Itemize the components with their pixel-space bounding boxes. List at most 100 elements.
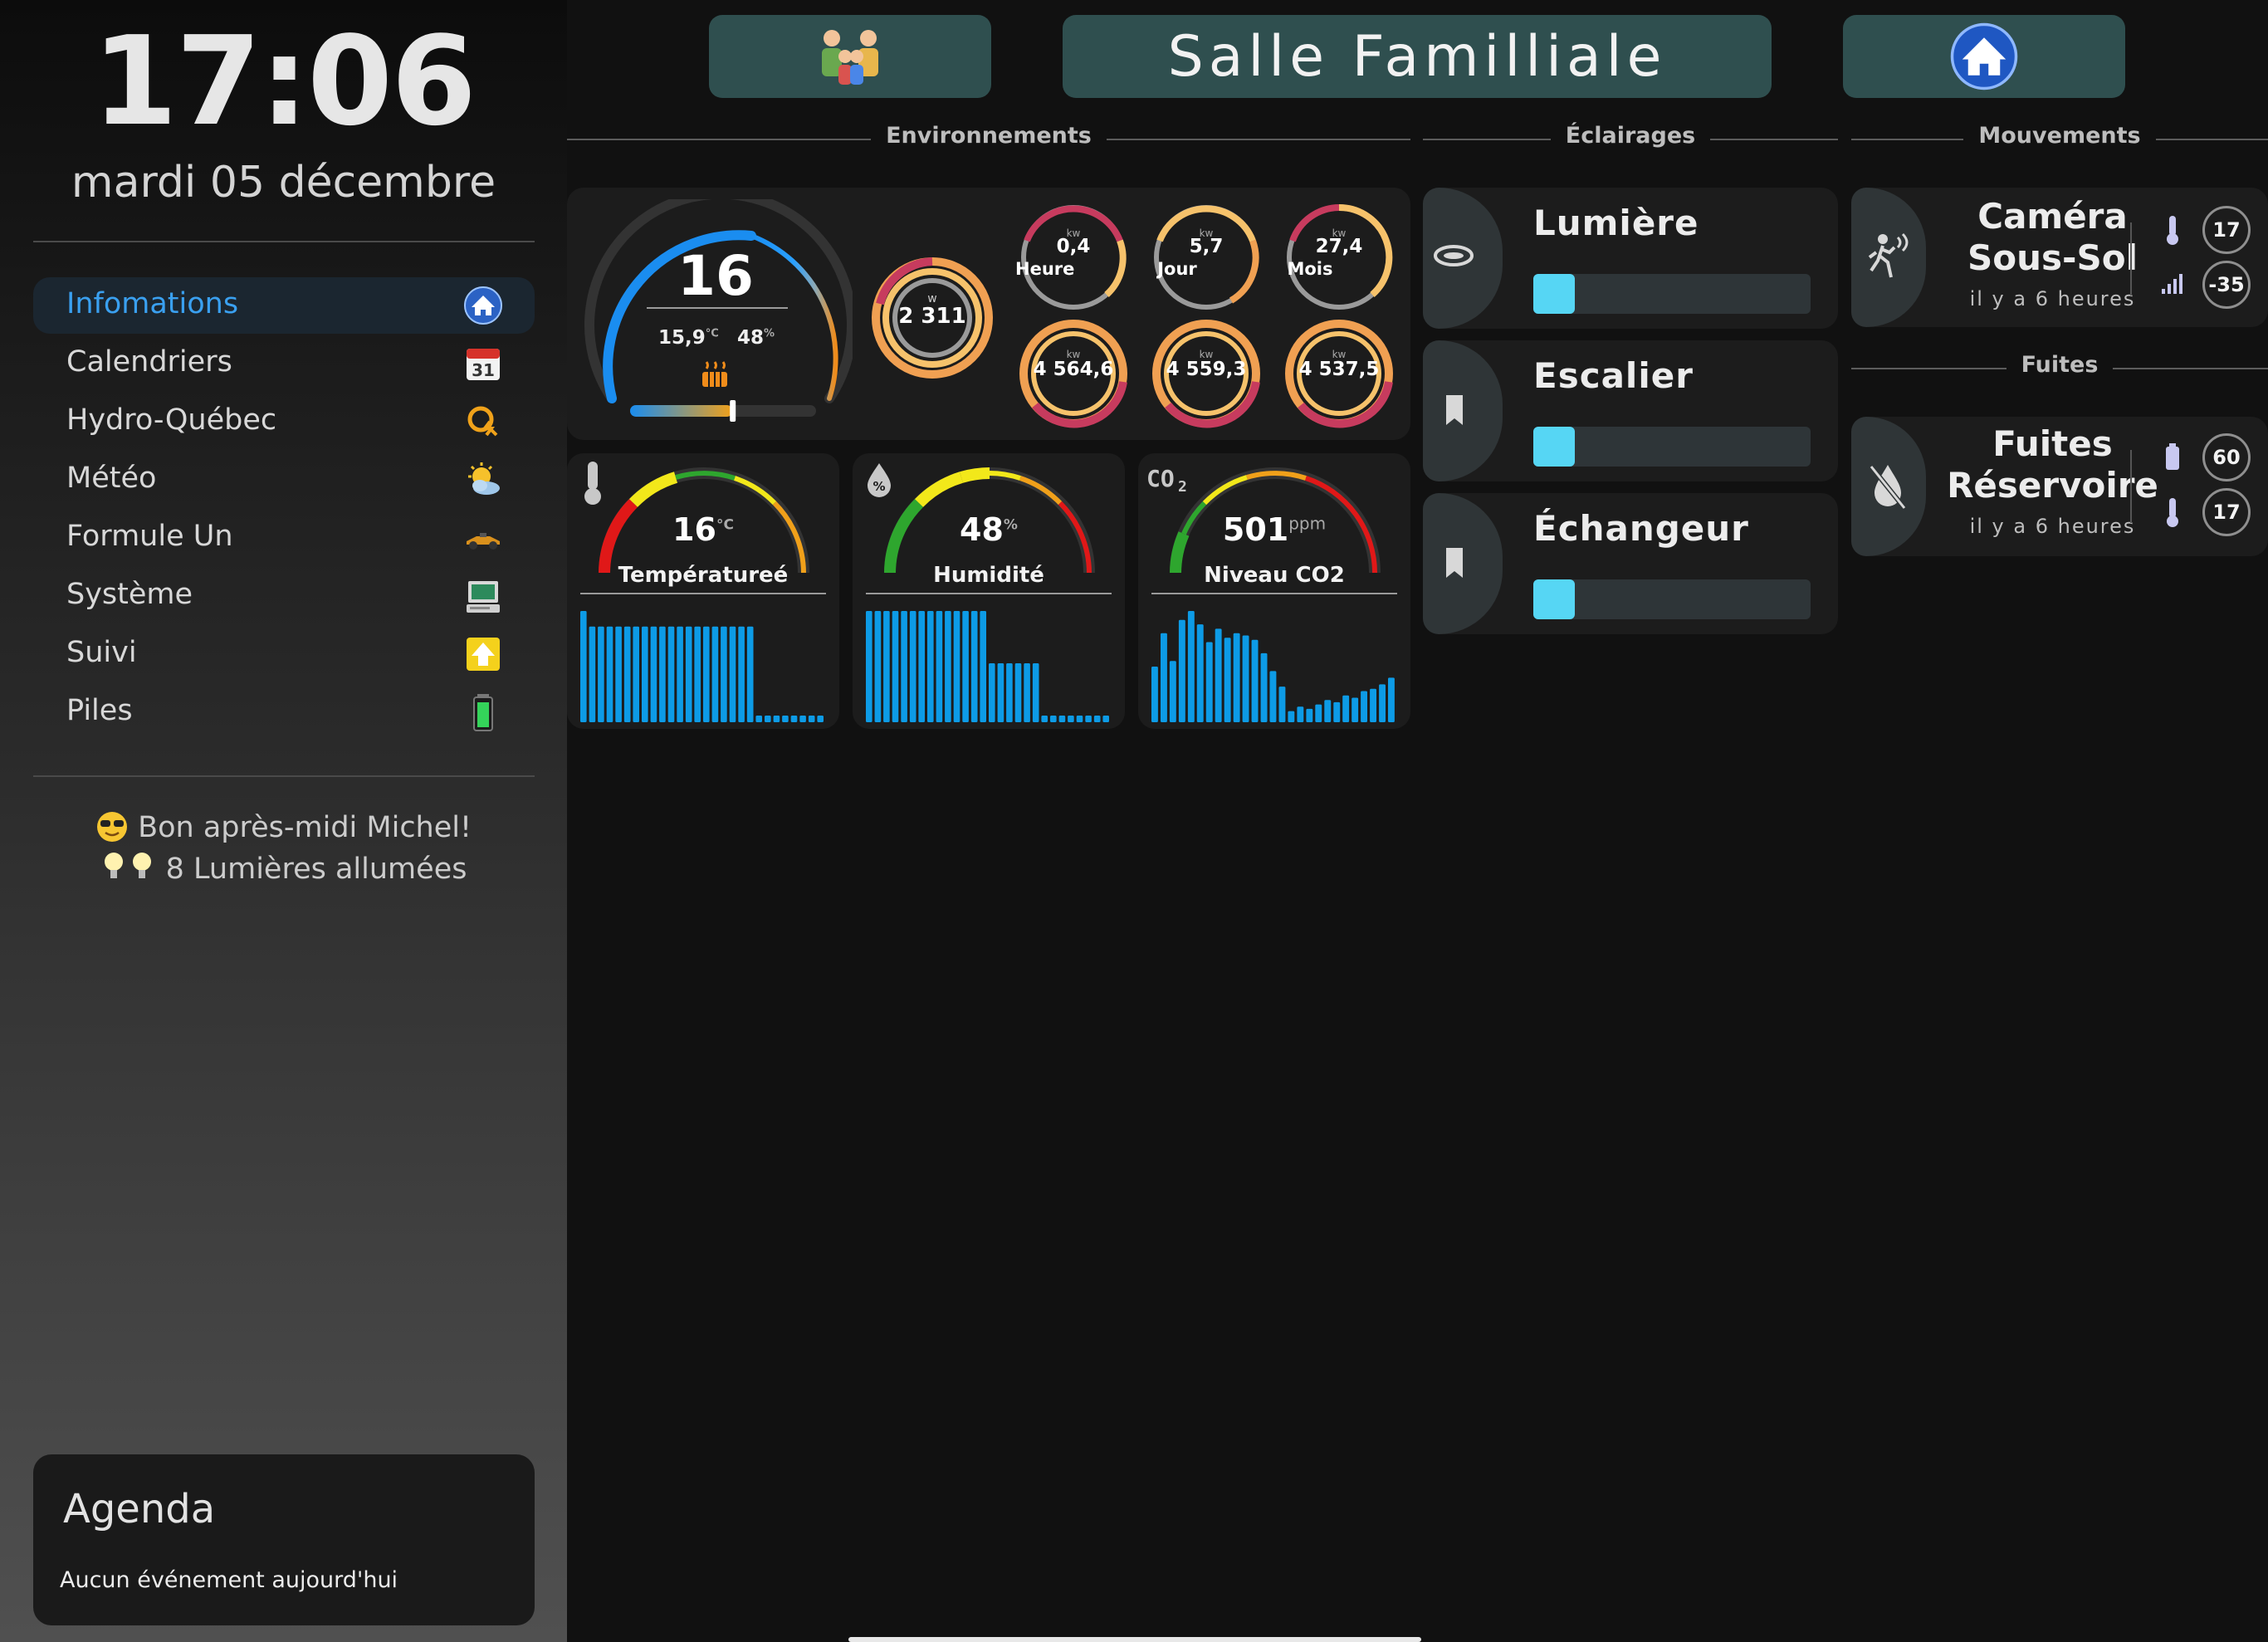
history-bar <box>1352 697 1359 722</box>
history-bar <box>1388 677 1395 722</box>
history-bar <box>1324 700 1332 722</box>
weather-icon <box>468 462 500 495</box>
history-bar <box>1215 628 1222 722</box>
signal-strength-icon <box>2162 274 2182 294</box>
menu-label: Hydro-Québec <box>66 403 277 437</box>
light-toggle[interactable] <box>1423 188 1503 329</box>
humidity-history-chart <box>866 611 1109 722</box>
history-bar <box>874 611 882 722</box>
divider <box>33 775 535 777</box>
menu-item-infomations[interactable]: Infomations <box>33 277 535 334</box>
section-leaks: Fuites <box>1851 352 2268 378</box>
leak-card-reservoir[interactable]: Fuites Réservoire il y a 6 heures 60 17 <box>1851 417 2268 556</box>
temperature-value: 16°C <box>672 511 734 548</box>
history-bar <box>685 626 692 722</box>
thermometer-icon <box>2167 216 2178 245</box>
section-environment: Environnements <box>567 123 1410 149</box>
menu-label: Calendriers <box>66 345 232 379</box>
svg-text:31: 31 <box>472 360 495 380</box>
history-bar <box>1151 667 1158 722</box>
history-bar <box>962 611 969 722</box>
humidity-value: 48% <box>960 511 1018 548</box>
motion-status <box>1851 188 1926 327</box>
water-off-icon <box>1869 465 1907 510</box>
temperature-card[interactable]: 16°C Températureé <box>567 453 839 729</box>
light-toggle[interactable] <box>1423 340 1503 481</box>
menu-item-formule-un[interactable]: Formule Un <box>33 510 535 566</box>
menu-item-suivi[interactable]: Suivi <box>33 626 535 682</box>
home-indicator[interactable] <box>848 1637 1421 1642</box>
period-label: Jour <box>1157 259 1197 279</box>
history-bar <box>892 611 899 722</box>
sidebar: 17:06 mardi 05 décembre Infomations Cale… <box>0 0 567 1642</box>
history-bar <box>989 663 995 722</box>
clock: 17:06 <box>91 10 477 153</box>
brightness-slider[interactable] <box>1533 274 1811 314</box>
room-title-button[interactable]: Salle Familliale <box>1063 15 1772 98</box>
family-button[interactable] <box>709 15 991 98</box>
history-bar <box>817 716 824 722</box>
brightness-slider[interactable] <box>1533 427 1811 467</box>
history-bar <box>1178 619 1185 722</box>
light-bulb-icon <box>104 853 151 878</box>
heating-icon <box>702 361 727 387</box>
agenda-card[interactable]: Agenda Aucun événement aujourd'hui <box>33 1454 535 1625</box>
thermostat-dial[interactable] <box>579 199 853 432</box>
history-bar <box>694 626 701 722</box>
humidity-card[interactable]: % 48% Humidité <box>853 453 1125 729</box>
home-button[interactable] <box>1843 15 2125 98</box>
history-bar <box>677 626 683 722</box>
co2-value: 501ppm <box>1222 511 1327 548</box>
temperature-label: Températureé <box>618 563 789 588</box>
period-label: Mois <box>1287 259 1333 279</box>
co2-label: Niveau CO2 <box>1204 563 1345 588</box>
history-bar <box>1014 663 1022 722</box>
thermostat-setpoint: 16 <box>677 244 754 308</box>
thermostat-humidity: 48% <box>737 327 775 349</box>
history-bar <box>790 716 798 722</box>
history-bar <box>1260 652 1268 722</box>
menu-label: Piles <box>66 694 133 727</box>
history-bar <box>721 626 727 722</box>
thermostat-current-temp: 15,9°C <box>658 327 719 349</box>
motion-card-camera[interactable]: Caméra Sous-Sol il y a 6 heures 17 -35 <box>1851 188 2268 327</box>
bookmark-icon <box>1446 395 1463 425</box>
history-bar <box>580 611 587 722</box>
menu-item-piles[interactable]: Piles <box>33 684 535 740</box>
light-card-lumiere[interactable]: Lumière <box>1423 188 1838 329</box>
period-value: 5,7 <box>1189 236 1224 257</box>
power-period-hour: kw 0,4 Heure kw 4 564,6 <box>1015 199 1132 432</box>
light-card-echangeur[interactable]: Échangeur <box>1423 493 1838 634</box>
menu-item-systeme[interactable]: Système <box>33 568 535 624</box>
light-toggle[interactable] <box>1423 493 1503 634</box>
arrow-up-icon <box>467 638 500 671</box>
history-bar <box>901 611 907 722</box>
motion-sensor-icon <box>1868 232 1909 278</box>
agenda-empty-text: Aucun événement aujourd'hui <box>60 1567 398 1593</box>
motion-signal-badge: -35 <box>2202 261 2251 309</box>
history-bar <box>808 716 815 722</box>
brightness-fill <box>1533 579 1576 619</box>
menu-label: Système <box>66 578 193 611</box>
history-bar <box>729 626 736 722</box>
light-card-escalier[interactable]: Escalier <box>1423 340 1838 481</box>
leak-battery-badge: 60 <box>2202 433 2251 481</box>
menu-item-calendriers[interactable]: Calendriers 31 <box>33 335 535 392</box>
menu-item-hydro-quebec[interactable]: Hydro-Québec <box>33 393 535 450</box>
history-bar <box>1006 663 1013 722</box>
family-icon <box>822 30 878 85</box>
menu-label: Suivi <box>66 636 137 669</box>
leak-status <box>1851 417 1926 556</box>
home-icon <box>464 286 502 325</box>
power-period-month: kw 27,4 Mois kw 4 537,5 <box>1281 199 1397 432</box>
history-bar <box>1333 701 1341 722</box>
thermometer-icon <box>2167 498 2178 527</box>
motion-name-line2: Sous-Sol <box>1967 237 2138 278</box>
co2-card[interactable]: CO 2 501ppm Niveau CO2 <box>1138 453 1410 729</box>
brightness-slider[interactable] <box>1533 579 1811 619</box>
history-bar <box>945 611 951 722</box>
sunglasses-emoji-icon <box>96 812 127 842</box>
menu-label: Infomations <box>66 287 239 320</box>
menu-item-meteo[interactable]: Météo <box>33 452 535 508</box>
history-bar <box>711 626 719 722</box>
